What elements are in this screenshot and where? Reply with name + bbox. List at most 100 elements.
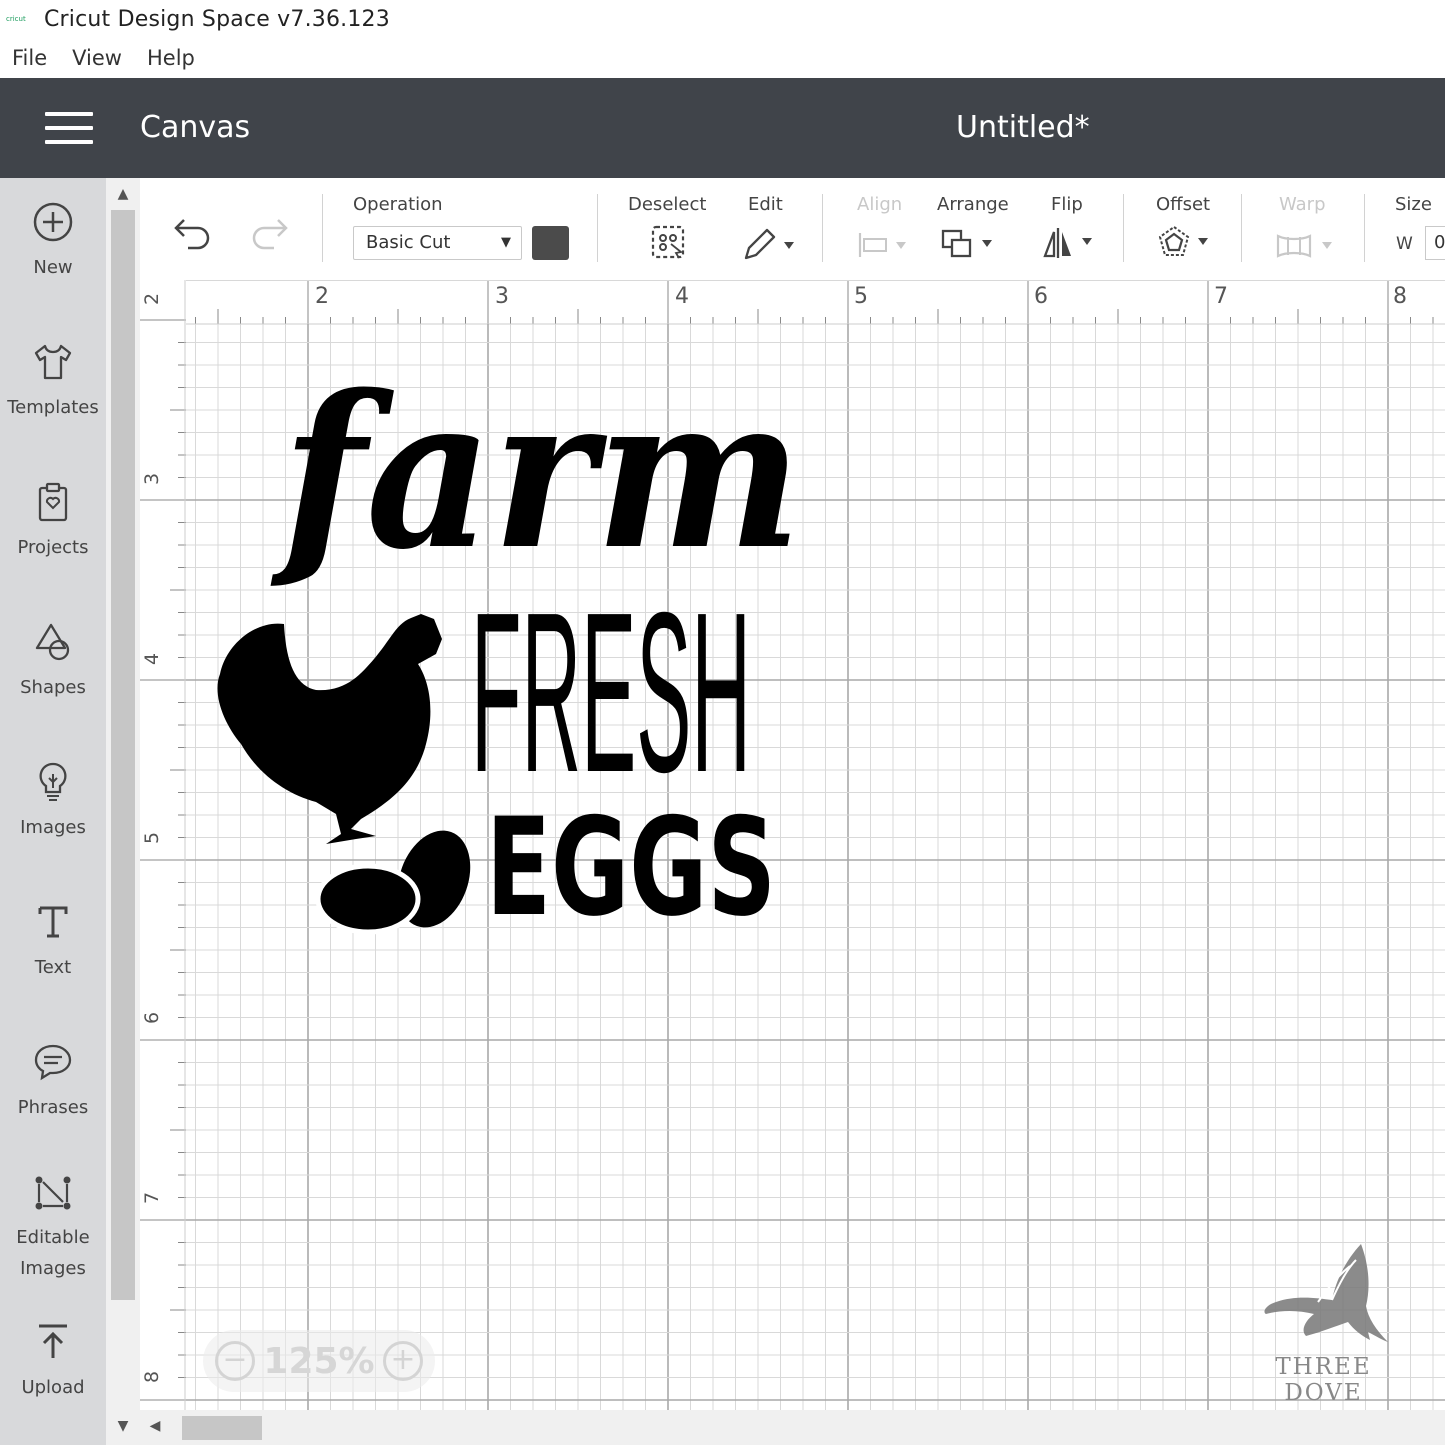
ruler-top-label: 6 bbox=[1034, 284, 1048, 309]
offset-label: Offset bbox=[1156, 194, 1211, 215]
text-t-icon bbox=[38, 906, 68, 938]
watermark-text: THREE DOVE bbox=[1275, 1354, 1372, 1406]
ruler-top-label: 2 bbox=[315, 284, 329, 309]
page-title: Canvas bbox=[140, 110, 251, 145]
horizontal-scroll-thumb[interactable] bbox=[182, 1416, 262, 1440]
sidebar-item-shapes[interactable]: Shapes bbox=[0, 620, 106, 703]
edit-label: Edit bbox=[748, 194, 783, 215]
ruler-top-label: 5 bbox=[854, 284, 868, 309]
sidebar-item-images[interactable]: Images bbox=[0, 760, 106, 843]
vertical-scroll-thumb[interactable] bbox=[111, 210, 135, 1300]
ruler-top-label: 3 bbox=[495, 284, 509, 309]
title-bar: cricut Cricut Design Space v7.36.123 bbox=[0, 0, 1445, 38]
ruler-left-label: 3 bbox=[141, 472, 164, 486]
sidebar-label-images: Images bbox=[20, 817, 86, 838]
chicken-icon[interactable] bbox=[217, 614, 442, 844]
edit-pencil-icon[interactable] bbox=[740, 224, 798, 262]
clipboard-heart-icon bbox=[38, 482, 68, 522]
size-width-input[interactable]: 0 bbox=[1425, 226, 1445, 260]
top-ruler: 2 3 4 5 6 7 8 bbox=[140, 280, 1445, 325]
ruler-left-label: 2 bbox=[141, 292, 164, 306]
ruler-left-label: 6 bbox=[141, 1011, 164, 1025]
warp-icon[interactable] bbox=[1274, 230, 1338, 262]
sidebar-label-projects: Projects bbox=[17, 537, 89, 558]
operation-value: Basic Cut bbox=[366, 232, 451, 253]
scroll-left-icon[interactable]: ◀ bbox=[140, 1418, 170, 1434]
align-label: Align bbox=[857, 194, 903, 215]
ruler-left-label: 7 bbox=[141, 1191, 164, 1205]
design-text-fresh[interactable]: FRESH bbox=[471, 566, 751, 820]
dove-logo-icon bbox=[1264, 1244, 1388, 1342]
watermark: THREE DOVE bbox=[1236, 1240, 1411, 1406]
sidebar-item-phrases[interactable]: Phrases bbox=[0, 1040, 106, 1123]
zoom-in-button[interactable]: + bbox=[383, 1341, 423, 1381]
flip-icon[interactable] bbox=[1042, 224, 1100, 262]
scroll-down-icon[interactable]: ▼ bbox=[106, 1418, 140, 1434]
left-ruler-ticks bbox=[140, 280, 186, 1410]
arrange-icon[interactable] bbox=[940, 226, 998, 262]
ruler-left-label: 4 bbox=[141, 652, 164, 666]
menu-view[interactable]: View bbox=[72, 46, 122, 70]
arrange-label: Arrange bbox=[937, 194, 1009, 215]
toolbar-divider bbox=[1364, 194, 1365, 262]
vertical-scrollbar[interactable]: ▲ ▼ bbox=[106, 178, 140, 1445]
speech-bubble-icon bbox=[34, 1044, 72, 1081]
ruler-top-label: 4 bbox=[675, 284, 689, 309]
scroll-up-icon[interactable]: ▲ bbox=[106, 186, 140, 202]
size-label: Size bbox=[1395, 194, 1432, 215]
zoom-control: − 125% + bbox=[203, 1330, 435, 1392]
menu-help[interactable]: Help bbox=[147, 46, 195, 70]
operation-select[interactable]: Basic Cut ▼ bbox=[353, 226, 522, 260]
window-title: Cricut Design Space v7.36.123 bbox=[44, 6, 390, 32]
sidebar-item-new[interactable]: New bbox=[0, 200, 106, 283]
operation-color-swatch[interactable] bbox=[532, 226, 569, 260]
menu-bar: File View Help bbox=[0, 38, 1445, 78]
redo-icon[interactable] bbox=[248, 214, 290, 250]
size-width-label: W bbox=[1396, 234, 1413, 254]
toolbar-divider bbox=[597, 194, 598, 262]
flip-label: Flip bbox=[1051, 194, 1083, 215]
top-ruler-ticks bbox=[140, 281, 1445, 325]
app-logo-icon: cricut bbox=[6, 15, 26, 23]
sidebar-item-text[interactable]: Text bbox=[0, 900, 106, 983]
ruler-top-label: 7 bbox=[1214, 284, 1228, 309]
left-ruler: 2 3 4 5 6 7 8 bbox=[140, 280, 186, 1410]
menu-file[interactable]: File bbox=[12, 46, 47, 70]
edit-toolbar: Operation Basic Cut ▼ Deselect Edit Alig… bbox=[140, 178, 1445, 280]
design-text-eggs[interactable]: EGGS bbox=[486, 789, 776, 946]
toolbar-divider bbox=[1123, 194, 1124, 262]
editable-image-icon bbox=[35, 1176, 71, 1210]
undo-icon[interactable] bbox=[172, 214, 214, 250]
toolbar-divider bbox=[822, 194, 823, 262]
sidebar-label-templates: Templates bbox=[7, 397, 99, 418]
zoom-level: 125% bbox=[263, 1340, 375, 1382]
align-icon[interactable] bbox=[856, 230, 912, 260]
warp-label: Warp bbox=[1279, 194, 1326, 215]
sidebar-item-editable-images[interactable]: Editable Images bbox=[0, 1170, 106, 1284]
sidebar-label-text: Text bbox=[34, 957, 72, 978]
sidebar-label-new: New bbox=[33, 257, 73, 278]
document-title[interactable]: Untitled* bbox=[956, 110, 1090, 145]
zoom-out-button[interactable]: − bbox=[215, 1341, 255, 1381]
sidebar-item-projects[interactable]: Projects bbox=[0, 480, 106, 563]
left-sidebar: New Templates Projects Shapes Images Tex… bbox=[0, 178, 106, 1445]
shapes-icon bbox=[35, 623, 70, 661]
sidebar-label-editable-images: Editable Images bbox=[16, 1227, 90, 1279]
horizontal-scrollbar[interactable]: ◀ bbox=[140, 1410, 1445, 1445]
sidebar-item-templates[interactable]: Templates bbox=[0, 340, 106, 423]
sidebar-item-upload[interactable]: Upload bbox=[0, 1320, 106, 1403]
tshirt-icon bbox=[34, 344, 72, 380]
deselect-label: Deselect bbox=[628, 194, 707, 215]
upload-icon bbox=[39, 1324, 67, 1358]
operation-label: Operation bbox=[353, 194, 443, 215]
ruler-left-label: 8 bbox=[141, 1370, 164, 1384]
sidebar-label-shapes: Shapes bbox=[20, 677, 86, 698]
deselect-icon[interactable] bbox=[650, 224, 688, 262]
hamburger-menu-icon[interactable] bbox=[45, 112, 95, 146]
ruler-top-label: 8 bbox=[1393, 284, 1407, 309]
offset-icon[interactable] bbox=[1156, 224, 1214, 262]
app-header: Canvas Untitled* bbox=[0, 78, 1445, 178]
design-text-farm[interactable]: farm bbox=[270, 349, 802, 596]
sidebar-label-upload: Upload bbox=[21, 1377, 85, 1398]
lightbulb-icon bbox=[39, 762, 67, 801]
